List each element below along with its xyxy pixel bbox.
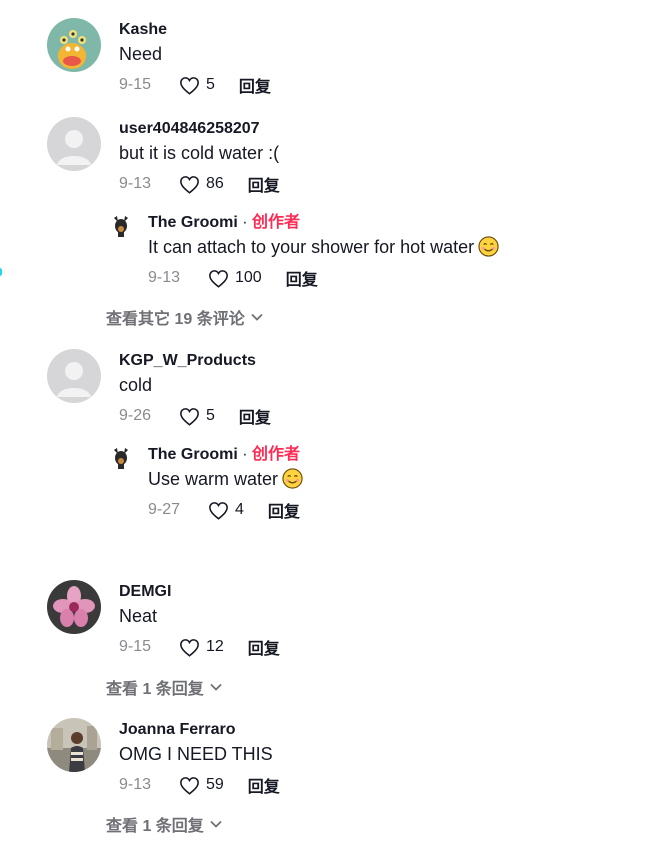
smiling-face-icon — [478, 236, 499, 257]
like-count: 100 — [235, 269, 262, 286]
like-count: 5 — [206, 76, 215, 93]
view-replies-button[interactable]: 查看 1 条回复 — [106, 675, 222, 699]
avatar[interactable] — [47, 718, 101, 772]
creator-avatar[interactable] — [108, 212, 134, 238]
dog-avatar-icon — [108, 444, 134, 470]
separator: · — [237, 214, 252, 231]
view-replies-label: 查看 1 条回复 — [106, 818, 204, 835]
like-count: 4 — [235, 501, 244, 518]
heart-icon — [209, 501, 228, 520]
flower-avatar-icon — [47, 580, 101, 634]
like-button[interactable]: 100 — [208, 269, 262, 288]
like-count: 86 — [206, 175, 224, 192]
comment-date: 9-13 — [119, 175, 152, 192]
reply-button[interactable]: 回复 — [239, 404, 271, 428]
comment-date: 9-26 — [119, 407, 152, 424]
like-button[interactable]: 59 — [179, 776, 224, 795]
default-avatar-icon — [47, 117, 101, 171]
chevron-down-icon — [210, 820, 222, 828]
comment-username[interactable]: Kashe — [119, 20, 271, 40]
avatar[interactable] — [47, 117, 101, 171]
view-replies-label: 查看 1 条回复 — [106, 681, 204, 698]
like-button[interactable]: 86 — [179, 175, 224, 194]
heart-icon — [209, 269, 228, 288]
like-button[interactable]: 5 — [179, 76, 215, 95]
comment-username[interactable]: user404846258207 — [119, 119, 280, 139]
chevron-down-icon — [251, 313, 263, 321]
dog-avatar-icon — [108, 212, 134, 238]
comment-text: OMG I NEED THIS — [119, 744, 273, 764]
separator: · — [237, 446, 252, 463]
comment-text: but it is cold water :( — [119, 143, 280, 163]
reply-button[interactable]: 回复 — [248, 635, 280, 659]
like-count: 12 — [206, 638, 224, 655]
photo-avatar-icon — [47, 718, 101, 772]
like-count: 59 — [206, 776, 224, 793]
reply-button[interactable]: 回复 — [268, 498, 300, 522]
chevron-down-icon — [210, 683, 222, 691]
comment-text: Need — [119, 44, 163, 64]
like-button[interactable]: 4 — [208, 501, 244, 520]
comment-text: Neat — [119, 606, 158, 626]
comment-date: 9-13 — [119, 776, 152, 793]
avatar[interactable] — [47, 18, 101, 72]
creator-avatar[interactable] — [108, 444, 134, 470]
like-count: 5 — [206, 407, 215, 424]
reply-date: 9-27 — [148, 501, 181, 518]
comment-date: 9-15 — [119, 76, 152, 93]
comment-text: cold — [119, 375, 153, 395]
avatar[interactable] — [47, 349, 101, 403]
reply-username[interactable]: The Groomi — [148, 214, 238, 231]
heart-icon — [180, 776, 199, 795]
like-button[interactable]: 5 — [179, 407, 215, 426]
heart-icon — [180, 407, 199, 426]
creator-badge: 创作者 — [252, 446, 301, 463]
scroll-indicator — [0, 268, 2, 276]
reply-date: 9-13 — [148, 269, 181, 286]
view-more-replies-button[interactable]: 查看其它 19 条评论 — [106, 305, 263, 329]
avatar[interactable] — [47, 580, 101, 634]
reply-button[interactable]: 回复 — [248, 773, 280, 797]
default-avatar-icon — [47, 349, 101, 403]
monster-avatar-icon — [47, 18, 101, 72]
reply-text: It can attach to your shower for hot wat… — [148, 237, 475, 257]
reply-button[interactable]: 回复 — [239, 73, 271, 97]
reply-button[interactable]: 回复 — [286, 266, 318, 290]
heart-icon — [180, 175, 199, 194]
reply-username[interactable]: The Groomi — [148, 446, 238, 463]
reply-button[interactable]: 回复 — [248, 172, 280, 196]
creator-badge: 创作者 — [252, 214, 301, 231]
comment-username[interactable]: DEMGI — [119, 582, 280, 602]
comment-date: 9-15 — [119, 638, 152, 655]
like-button[interactable]: 12 — [179, 638, 224, 657]
heart-icon — [180, 638, 199, 657]
comment-username[interactable]: KGP_W_Products — [119, 351, 271, 371]
heart-icon — [180, 76, 199, 95]
smiling-face-icon — [282, 468, 303, 489]
view-replies-button[interactable]: 查看 1 条回复 — [106, 812, 222, 836]
reply-text: Use warm water — [148, 469, 279, 489]
view-more-label: 查看其它 19 条评论 — [106, 311, 245, 328]
comment-username[interactable]: Joanna Ferraro — [119, 720, 280, 740]
